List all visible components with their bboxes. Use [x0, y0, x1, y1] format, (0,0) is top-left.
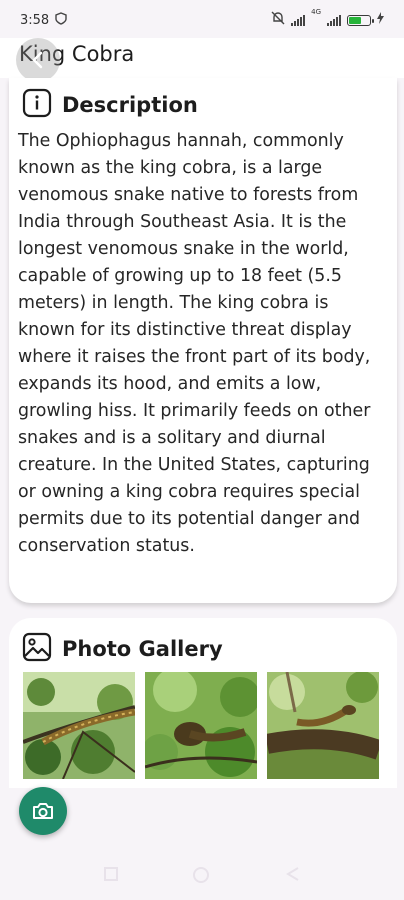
image-icon — [22, 632, 52, 666]
charging-icon — [377, 12, 384, 28]
system-nav-bar — [0, 848, 404, 900]
description-text: The Ophiophagus hannah, commonly known a… — [18, 131, 371, 556]
photo-gallery-card: Photo Gallery — [9, 618, 397, 788]
shield-icon — [55, 11, 67, 29]
camera-button[interactable] — [19, 787, 67, 835]
info-icon — [22, 88, 52, 122]
status-left: 3:58 — [20, 11, 67, 29]
back-arrow-icon — [32, 51, 43, 69]
gallery-header: Photo Gallery — [22, 632, 223, 666]
battery-icon — [347, 14, 374, 26]
nav-back-icon — [286, 867, 299, 881]
network-label: 4G — [311, 8, 321, 16]
app-header: King Cobra — [0, 38, 404, 116]
description-card: Description The Ophiophagus hannah, comm… — [9, 78, 397, 603]
gallery-photo-2[interactable] — [145, 672, 257, 779]
nav-home-button[interactable] — [192, 866, 210, 888]
gallery-photo-1[interactable] — [23, 672, 135, 779]
nav-back-button[interactable] — [284, 866, 302, 886]
status-right: 4G — [271, 8, 384, 29]
status-time: 3:58 — [20, 12, 50, 28]
camera-icon — [33, 803, 53, 819]
signal-icon — [291, 14, 306, 26]
back-button[interactable] — [16, 38, 60, 82]
home-circle-icon — [193, 867, 209, 883]
signal-icon-2 — [327, 14, 341, 26]
recents-icon — [104, 867, 118, 881]
nav-recents-button[interactable] — [103, 866, 119, 886]
gallery-title: Photo Gallery — [62, 637, 223, 661]
muted-bell-icon — [271, 11, 285, 29]
status-bar: 3:58 4G — [0, 0, 404, 40]
description-header: Description — [22, 88, 198, 122]
description-title: Description — [62, 93, 198, 117]
gallery-photo-3[interactable] — [267, 672, 379, 779]
